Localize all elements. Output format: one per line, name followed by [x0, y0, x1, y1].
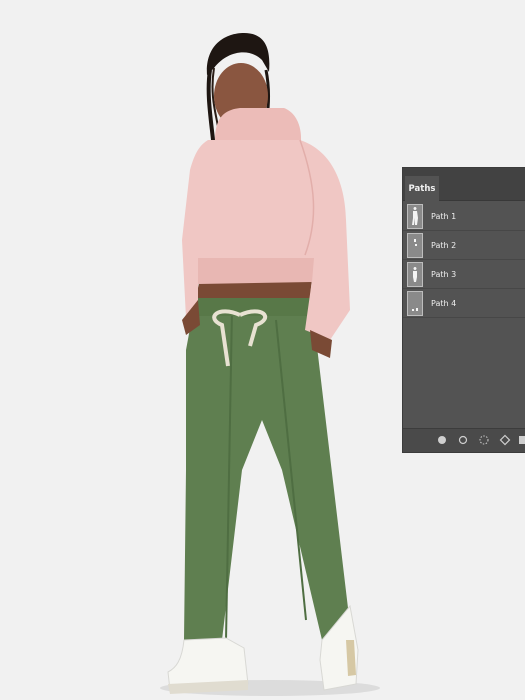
panel-header: Paths [403, 168, 525, 201]
path-row-3[interactable]: Path 3 [403, 260, 525, 289]
path-row-2[interactable]: Path 2 [403, 231, 525, 260]
panel-footer [403, 428, 525, 452]
add-mask-icon[interactable] [519, 434, 525, 446]
figure-silhouette-icon [407, 203, 423, 229]
paths-list: Path 1 Path 2 Path 3 Path 4 [403, 202, 525, 318]
tab-paths[interactable]: Paths [405, 176, 439, 201]
figure-mask-icon [407, 261, 423, 287]
paths-panel: Paths Path 1 Path 2 Path 3 Path 4 [402, 167, 525, 453]
path-label: Path 3 [431, 269, 457, 279]
stroke-path-icon[interactable] [457, 434, 469, 446]
make-path-icon[interactable] [499, 434, 511, 446]
path-row-4[interactable]: Path 4 [403, 289, 525, 318]
fill-path-icon[interactable] [436, 434, 448, 446]
path-label: Path 4 [431, 298, 457, 308]
path-label: Path 2 [431, 240, 457, 250]
path-label: Path 1 [431, 211, 457, 221]
small-shape-icon [407, 232, 423, 258]
shoes-shape-icon [407, 290, 423, 316]
load-selection-icon[interactable] [478, 434, 490, 446]
path-row-1[interactable]: Path 1 [403, 202, 525, 231]
